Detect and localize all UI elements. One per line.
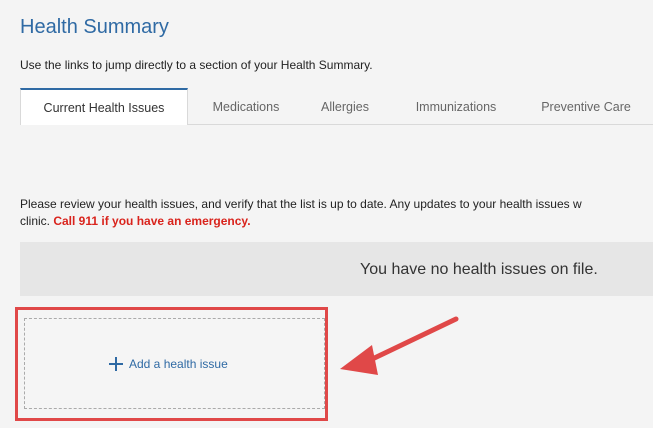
- page-subtitle: Use the links to jump directly to a sect…: [20, 58, 373, 72]
- review-notice: Please review your health issues, and ve…: [20, 196, 653, 230]
- pointer-arrow-icon: [340, 316, 459, 375]
- add-health-issue-label: Add a health issue: [129, 357, 228, 371]
- empty-state-message: You have no health issues on file.: [360, 261, 598, 278]
- tab-medications[interactable]: Medications: [198, 88, 294, 124]
- tab-preventive-care[interactable]: Preventive Care: [526, 88, 646, 124]
- tab-bar: Current Health Issues Medications Allerg…: [20, 88, 653, 125]
- tab-allergies[interactable]: Allergies: [306, 88, 384, 124]
- tab-current-health-issues[interactable]: Current Health Issues: [20, 88, 188, 125]
- emergency-warning: Call 911 if you have an emergency.: [53, 214, 251, 228]
- notice-line-2: clinic. Call 911 if you have an emergenc…: [20, 213, 653, 230]
- plus-icon: [109, 357, 123, 371]
- notice-line-1: Please review your health issues, and ve…: [20, 197, 582, 211]
- tab-immunizations[interactable]: Immunizations: [398, 88, 514, 124]
- add-health-issue-button[interactable]: Add a health issue: [108, 355, 228, 373]
- notice-line-2-prefix: clinic.: [20, 214, 54, 228]
- health-summary-page: Health Summary Use the links to jump dir…: [0, 0, 653, 428]
- page-title: Health Summary: [20, 16, 169, 38]
